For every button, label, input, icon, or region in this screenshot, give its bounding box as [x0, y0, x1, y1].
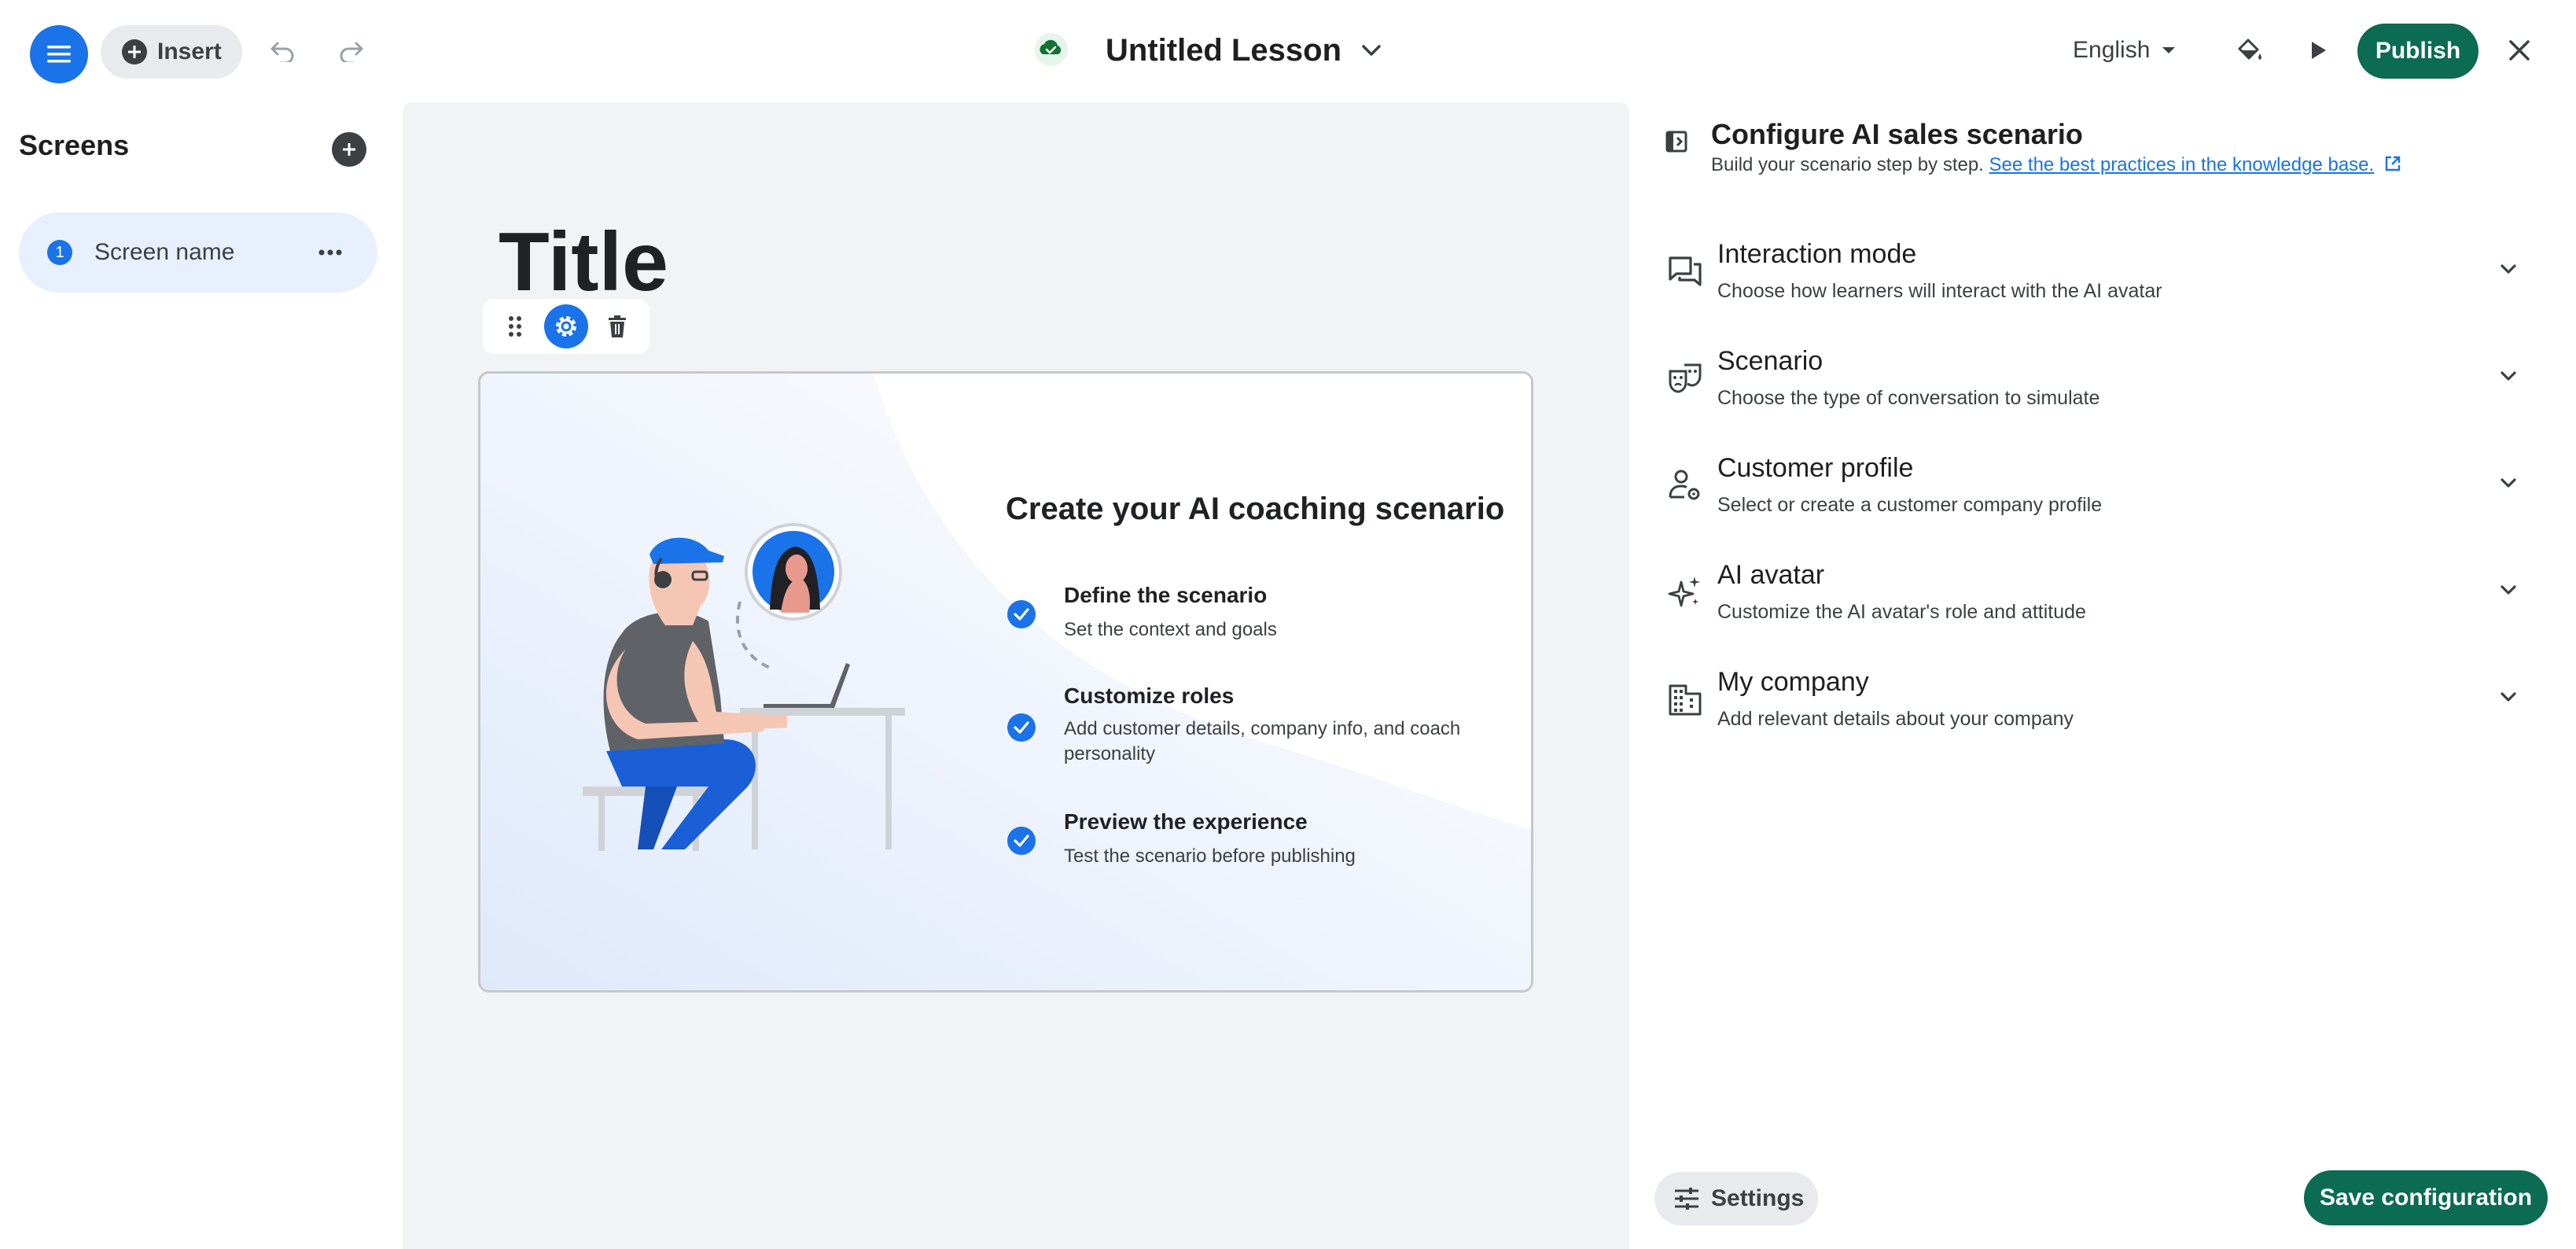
chevron-down-icon [1362, 45, 1381, 56]
screen-number-badge: 1 [47, 240, 72, 265]
block-toolbar [483, 299, 650, 354]
chevron-down-icon [2501, 371, 2516, 381]
step-title: Define the scenario [1064, 583, 1268, 607]
step-title: Customize roles [1064, 683, 1235, 708]
language-selector[interactable]: English [2073, 31, 2177, 69]
screen-title-text[interactable]: Title [499, 211, 668, 313]
preview-button[interactable] [2294, 27, 2342, 74]
lesson-title[interactable]: Untitled Lesson [1106, 30, 1341, 71]
coaching-illustration [583, 523, 905, 851]
screens-title: Screens [19, 129, 130, 161]
section-title: Customer profile [1717, 453, 1914, 483]
step-description: Set the context and goals [1064, 619, 1277, 640]
section-description: Add relevant details about your company [1717, 708, 2074, 730]
plus-circle-icon [122, 39, 147, 64]
external-link-icon [2385, 156, 2401, 171]
person-settings-icon [1669, 470, 1700, 500]
screen-more-button[interactable] [315, 239, 346, 266]
section-title: AI avatar [1717, 560, 1825, 590]
panel-subtitle-text: Build your scenario step by step. [1711, 154, 1984, 175]
play-icon [2312, 42, 2326, 59]
lesson-options-button[interactable] [1348, 27, 1395, 74]
knowledge-base-link-text: See the best practices in the knowledge … [1989, 154, 2375, 175]
accordion-scenario[interactable]: Scenario Choose the type of conversation… [1659, 340, 2532, 436]
close-button[interactable] [2496, 27, 2543, 74]
top-bar: Insert Untitled Lesson English Publish [0, 0, 2576, 101]
chat-bubbles-icon [1669, 256, 1702, 286]
screen-name-label: Screen name [94, 239, 235, 265]
redo-button[interactable] [327, 27, 374, 74]
drag-handle[interactable] [495, 307, 535, 346]
panel-collapse-icon [1665, 131, 1687, 153]
settings-button[interactable]: Settings [1654, 1172, 1818, 1225]
accordion-interaction-mode[interactable]: Interaction mode Choose how learners wil… [1659, 233, 2532, 329]
theater-masks-icon [1669, 363, 1702, 393]
plus-icon [343, 143, 355, 156]
undo-button[interactable] [259, 27, 307, 74]
publish-button[interactable]: Publish [2357, 24, 2478, 79]
block-settings-button[interactable] [544, 304, 588, 348]
section-description: Choose how learners will interact with t… [1717, 280, 2162, 302]
chevron-down-icon [2501, 585, 2516, 595]
section-title: My company [1717, 667, 1869, 697]
sparkles-icon [1668, 577, 1700, 607]
section-title: Interaction mode [1717, 239, 1917, 269]
trash-icon [609, 315, 626, 337]
sliders-icon [1675, 1188, 1698, 1210]
gear-icon [556, 316, 576, 337]
accordion-customer-profile[interactable]: Customer profile Select or create a cust… [1659, 447, 2532, 543]
accordion-my-company[interactable]: My company Add relevant details about yo… [1659, 661, 2532, 757]
ai-coaching-card[interactable]: Create your AI coaching scenario Define … [478, 371, 1533, 993]
check-circle-icon [1007, 713, 1036, 742]
theme-button[interactable] [2225, 27, 2272, 74]
collapse-panel-button[interactable] [1659, 124, 1694, 159]
step-title: Preview the experience [1064, 809, 1308, 834]
check-circle-icon [1007, 827, 1036, 855]
chevron-down-icon [2501, 692, 2516, 702]
knowledge-base-link[interactable]: See the best practices in the knowledge … [1989, 154, 2375, 175]
add-screen-button[interactable] [332, 132, 366, 167]
chevron-down-icon [2501, 264, 2516, 274]
screen-list-item[interactable]: 1 Screen name [19, 212, 377, 293]
panel-title: Configure AI sales scenario [1711, 118, 2083, 150]
language-label: English [2073, 37, 2151, 63]
cloud-check-icon [1032, 33, 1071, 66]
building-icon [1669, 684, 1702, 716]
main-menu-button[interactable] [30, 25, 88, 83]
step-description: Test the scenario before publishing [1064, 846, 1356, 867]
check-circle-icon [1007, 600, 1036, 628]
undo-icon [270, 42, 294, 62]
panel-subtitle: Build your scenario step by step. See th… [1711, 154, 2401, 176]
section-title: Scenario [1717, 346, 1823, 376]
settings-label: Settings [1711, 1185, 1805, 1211]
paint-bucket-icon [2238, 39, 2261, 60]
save-configuration-button[interactable]: Save configuration [2304, 1170, 2548, 1225]
card-heading: Create your AI coaching scenario [1006, 492, 1505, 526]
insert-label: Insert [157, 39, 222, 64]
step-description: Add customer details, company info, and … [1064, 718, 1461, 765]
insert-button[interactable]: Insert [101, 25, 242, 79]
more-horizontal-icon [318, 249, 342, 256]
accordion-ai-avatar[interactable]: AI avatar Customize the AI avatar's role… [1659, 554, 2532, 650]
delete-block-button[interactable] [598, 307, 637, 346]
redo-icon [340, 42, 363, 62]
close-icon [2509, 40, 2530, 61]
section-description: Customize the AI avatar's role and attit… [1717, 601, 2086, 623]
chevron-down-icon [2501, 478, 2516, 488]
section-description: Select or create a customer company prof… [1717, 494, 2103, 516]
caret-down-icon [2162, 47, 2176, 53]
drag-handle-icon [509, 316, 521, 337]
hamburger-icon [47, 46, 71, 63]
section-description: Choose the type of conversation to simul… [1717, 387, 2100, 409]
